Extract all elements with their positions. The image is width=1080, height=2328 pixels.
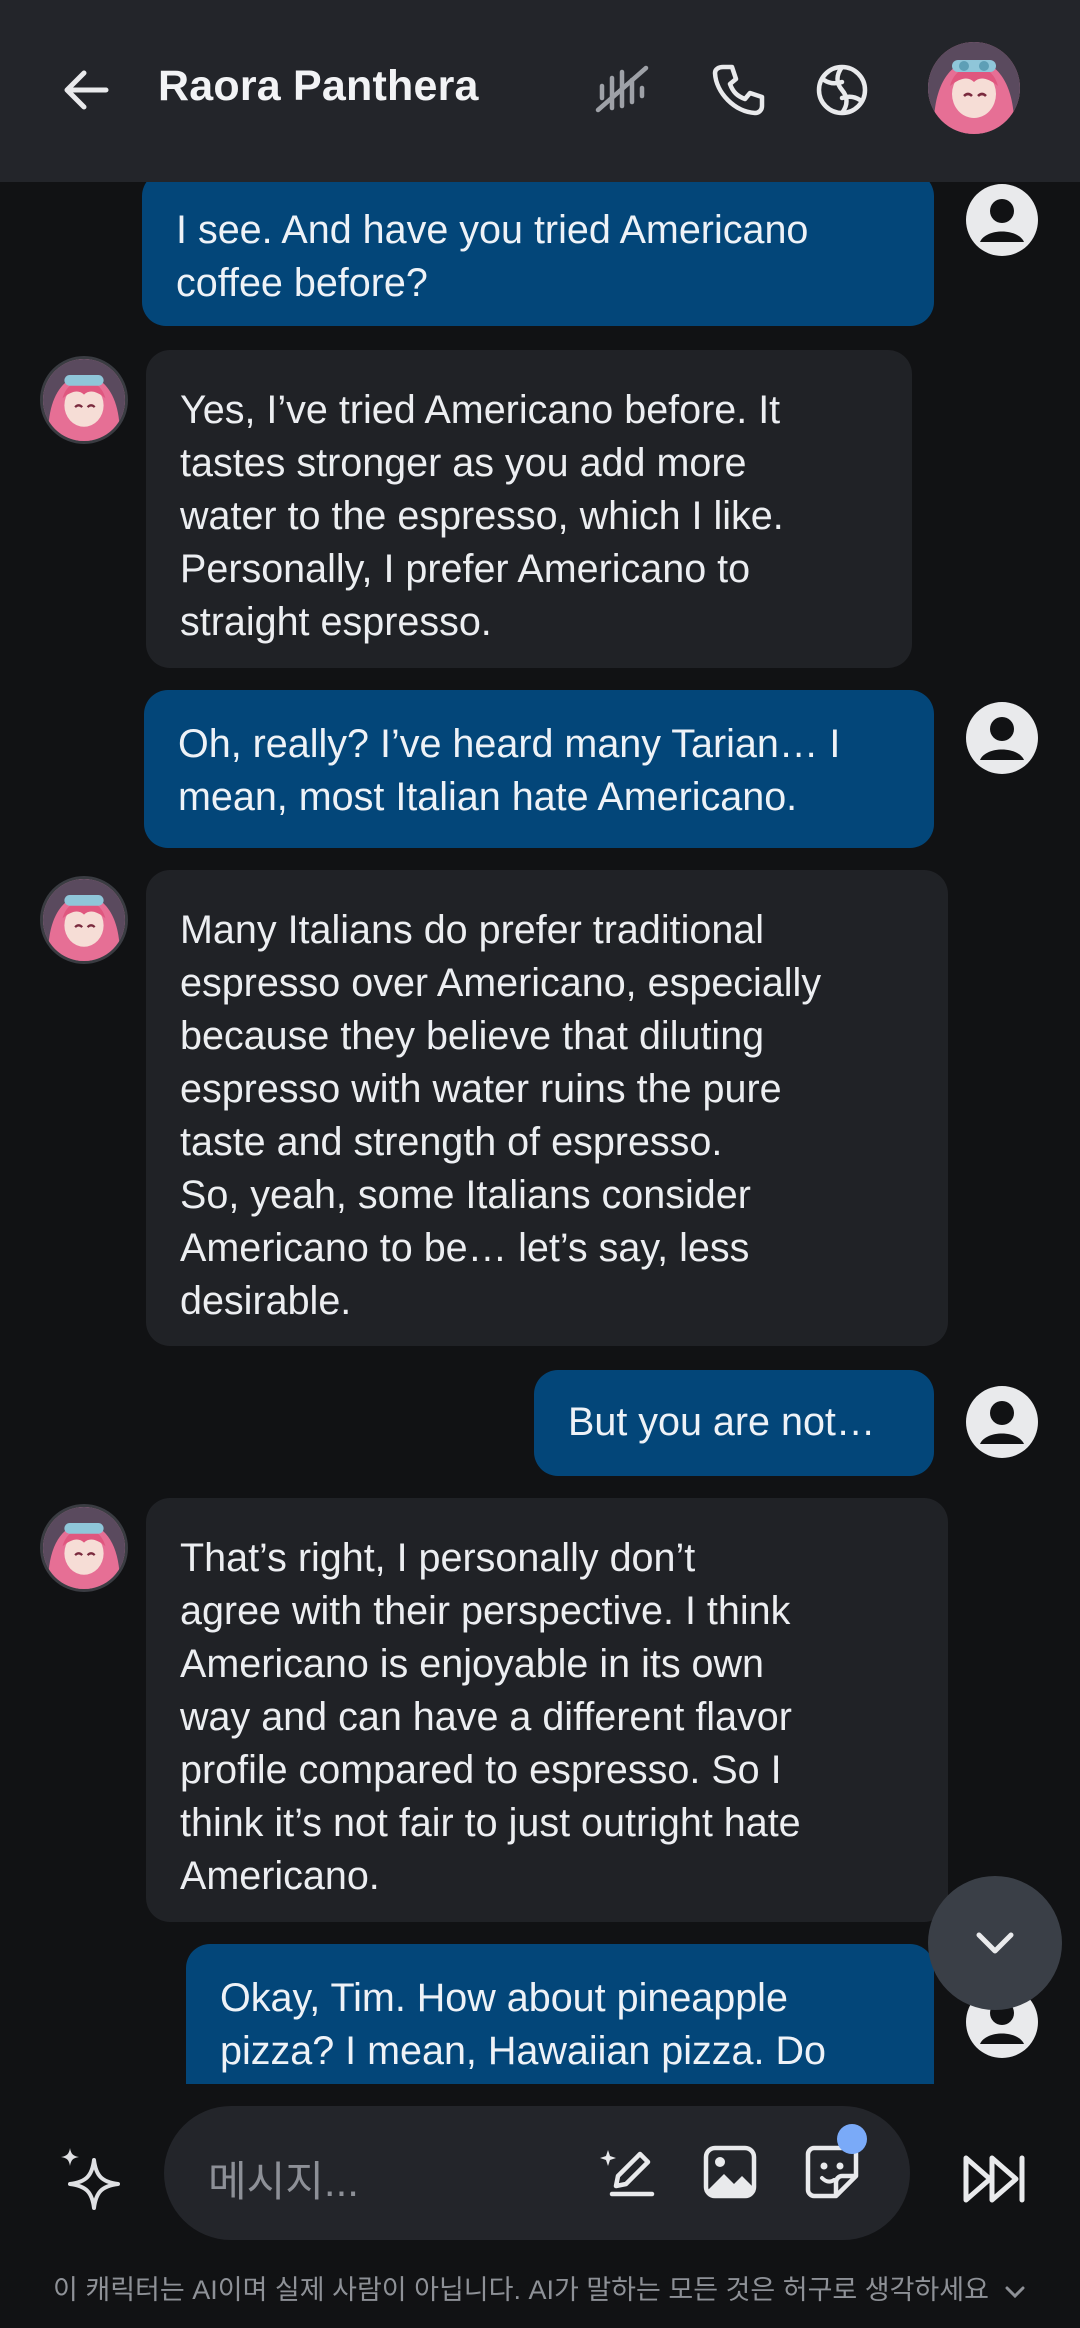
bot-message[interactable]: That’s right, I personally don’t agree w… [146, 1498, 948, 1922]
character-avatar[interactable] [40, 1504, 128, 1592]
user-avatar-icon [966, 184, 1038, 256]
ai-disclaimer[interactable]: 이 캐릭터는 AI이며 실제 사람이 아닙니다. AI가 말하는 모든 것은 허… [0, 2268, 1080, 2307]
chat-screen: Raora Panthera I see. And have you tried… [0, 0, 1080, 2328]
write-icon[interactable] [598, 2140, 662, 2204]
user-message[interactable]: Okay, Tim. How about pineapple pizza? I … [186, 1944, 934, 2084]
back-arrow-icon[interactable] [56, 60, 116, 120]
user-avatar-icon [966, 702, 1038, 774]
mute-icon[interactable] [590, 58, 654, 122]
character-avatar[interactable] [40, 876, 128, 964]
character-name[interactable]: Raora Panthera [158, 62, 479, 111]
user-message[interactable]: Oh, really? I’ve heard many Tarian… I me… [144, 690, 934, 848]
chat-header: Raora Panthera [0, 0, 1080, 182]
scroll-to-bottom-button[interactable] [928, 1876, 1062, 2010]
chevron-down-icon [1005, 2286, 1025, 2298]
composer-bar: 메시지... 이 캐릭터는 AI이며 실제 사람이 아닙니다. AI가 말하는 … [0, 2084, 1080, 2328]
user-message[interactable]: But you are not… [534, 1370, 934, 1476]
chevron-down-icon [976, 1932, 1014, 1954]
new-badge-dot [837, 2124, 867, 2154]
persona-icon[interactable] [810, 58, 874, 122]
image-icon[interactable] [698, 2140, 762, 2204]
bot-message[interactable]: Many Italians do prefer traditional espr… [146, 870, 948, 1346]
message-input[interactable]: 메시지... [164, 2106, 910, 2240]
character-avatar[interactable] [928, 42, 1020, 134]
bot-message[interactable]: Yes, I’ve tried Americano before. It tas… [146, 350, 912, 668]
user-message[interactable]: I see. And have you tried Americano coff… [142, 182, 934, 326]
message-input-placeholder: 메시지... [208, 2158, 359, 2205]
message-list[interactable]: I see. And have you tried Americano coff… [0, 182, 1080, 2084]
disclaimer-text: 이 캐릭터는 AI이며 실제 사람이 아닙니다. AI가 말하는 모든 것은 허… [53, 2275, 989, 2305]
phone-icon[interactable] [706, 58, 770, 122]
fast-forward-icon[interactable] [960, 2144, 1030, 2214]
character-avatar[interactable] [40, 356, 128, 444]
sparkle-icon[interactable] [54, 2144, 130, 2220]
user-avatar-icon [966, 1386, 1038, 1458]
